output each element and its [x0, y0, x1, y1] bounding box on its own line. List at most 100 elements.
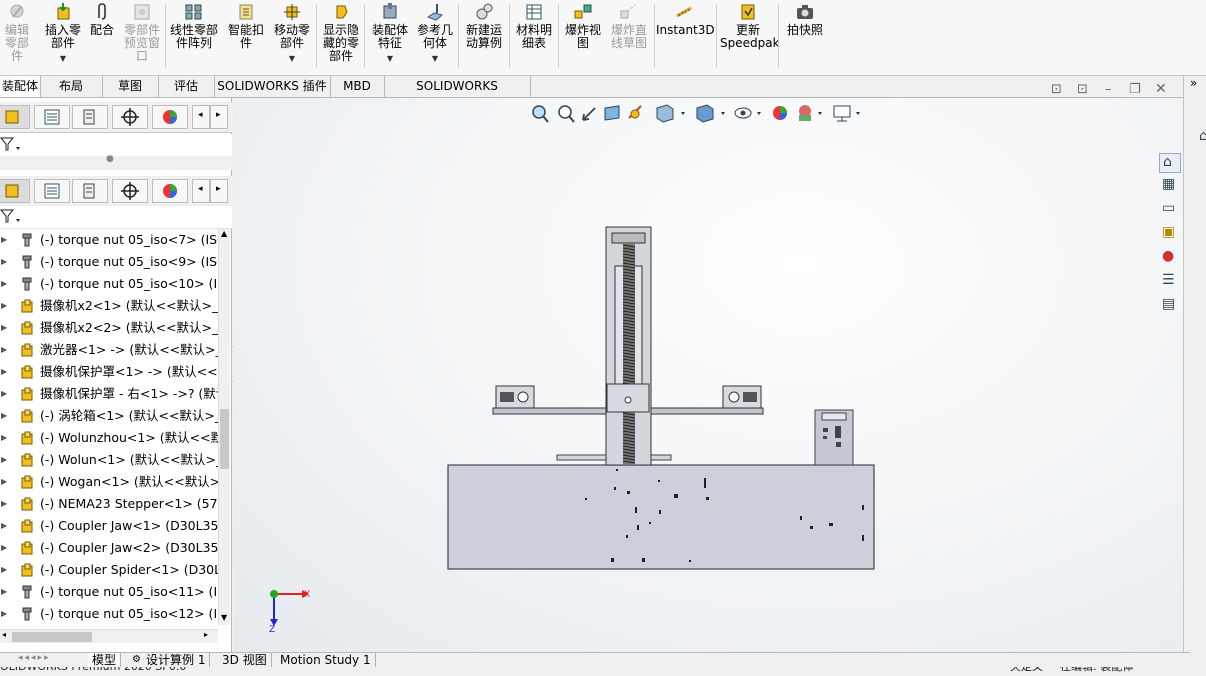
tree-item[interactable]: ▶ (-) Coupler Jaw<2> (D30L35-1	[0, 537, 218, 559]
expand-arrow-icon[interactable]: ▶	[1, 229, 7, 251]
exploded-view-button[interactable]: 爆炸视图	[562, 2, 604, 50]
chevron-down-icon[interactable]: ▼	[272, 52, 312, 65]
expand-arrow-icon[interactable]: ▶	[1, 603, 7, 625]
chevron-down-icon[interactable]: ▼	[368, 52, 412, 65]
take-snapshot-button[interactable]: 拍快照	[782, 2, 828, 37]
bill-of-materials-button[interactable]: 材料明细表	[512, 2, 556, 50]
tab-solidworks-addins[interactable]: SOLIDWORKS 插件	[214, 76, 331, 97]
tree-item[interactable]: ▶ (-) Coupler Jaw<1> (D30L35-6	[0, 515, 218, 537]
tree-item[interactable]: ▶ (-) torque nut 05_iso<10> (ISC	[0, 273, 218, 295]
view-palette-button[interactable]: ▣	[1159, 224, 1181, 244]
assembly-model-view[interactable]: X Z	[233, 98, 1183, 652]
tree-item[interactable]: ▶ (-) Wolun<1> (默认<<默认>_显	[0, 449, 218, 471]
tab-assembly[interactable]: 装配体	[0, 76, 41, 97]
custom-properties-button[interactable]: ☰	[1159, 272, 1181, 292]
tab-solidworks-inspection[interactable]: SOLIDWORKS Inspection	[384, 76, 531, 114]
forum-button[interactable]: ▤	[1159, 296, 1181, 316]
tab-sketch[interactable]: 草图	[102, 76, 159, 97]
instant3d-button[interactable]: Instant3D	[656, 2, 715, 37]
explode-line-sketch-button[interactable]: 爆炸直线草图	[608, 2, 650, 50]
tree-item[interactable]: ▶ 摄像机保护罩 - 右<1> ->? (默认	[0, 383, 218, 405]
filter-row-bottom[interactable]	[0, 206, 232, 229]
tab-3d-views[interactable]: 3D 视图	[218, 653, 272, 667]
tree-item[interactable]: ▶ (-) NEMA23 Stepper<1> (57B	[0, 493, 218, 515]
close-icon[interactable]: ✕	[1155, 81, 1167, 97]
restore-icon[interactable]: ❐	[1129, 82, 1141, 97]
expand-arrow-icon[interactable]: ▶	[1, 317, 7, 339]
scrollbar-thumb[interactable]	[220, 409, 229, 469]
update-speedpak-button[interactable]: 更新Speedpak	[720, 2, 780, 50]
expand-arrow-icon[interactable]: ▶	[1, 339, 7, 361]
expand-arrow-icon[interactable]: ▶	[1, 515, 7, 537]
tab-dimxpert[interactable]	[112, 105, 148, 129]
hscrollbar-thumb[interactable]	[12, 632, 92, 642]
smart-fasteners-button[interactable]: 智能扣件	[226, 2, 266, 50]
tree-item[interactable]: ▶ (-) torque nut 05_iso<11> (ISC	[0, 581, 218, 603]
tree-item[interactable]: ▶ (-) torque nut 05_iso<7> (ISO	[0, 229, 218, 251]
tab-design-study[interactable]: ⚙ 设计算例 1	[128, 653, 211, 667]
tree-item[interactable]: ▶ (-) Wogan<1> (默认<<默认>_显	[0, 471, 218, 493]
expand-arrow-icon[interactable]: ▶	[1, 273, 7, 295]
tree-item[interactable]: ▶ 摄像机x2<1> (默认<<默认>_显	[0, 295, 218, 317]
expand-taskpane-icon[interactable]: »	[1190, 76, 1197, 90]
edit-component-button[interactable]: 编辑零部件	[0, 2, 34, 63]
tab-configurationmanager-2[interactable]	[72, 179, 108, 203]
task-home-button[interactable]: ⌂	[1159, 153, 1181, 173]
expand-arrow-icon[interactable]: ▶	[1, 405, 7, 427]
prev-window-icon[interactable]: ⊡	[1051, 82, 1062, 97]
tab-dimxpert-2[interactable]	[112, 179, 148, 203]
file-explorer-button[interactable]: ▭	[1159, 200, 1181, 220]
expand-arrow-icon[interactable]: ▶	[1, 537, 7, 559]
component-preview-button[interactable]: 零部件预览窗口	[120, 2, 164, 63]
filter-row-top[interactable]	[0, 134, 232, 157]
tab-configurationmanager[interactable]	[72, 105, 108, 129]
assembly-features-button[interactable]: 装配体特征 ▼	[368, 2, 412, 65]
new-motion-study-button[interactable]: 新建运动算例	[462, 2, 506, 50]
tree-vertical-scrollbar[interactable]: ▲ ▼	[218, 229, 230, 625]
tree-item[interactable]: ▶ (-) 涡轮箱<1> (默认<<默认>_显	[0, 405, 218, 427]
expand-arrow-icon[interactable]: ▶	[1, 559, 7, 581]
tab-evaluate[interactable]: 评估	[158, 76, 215, 97]
tab-displaymanager-2[interactable]	[152, 179, 188, 203]
tree-item[interactable]: ▶ (-) torque nut 05_iso<9> (ISO	[0, 251, 218, 273]
tree-item[interactable]: ▶ 激光器<1> -> (默认<<默认>_显	[0, 339, 218, 361]
chevron-down-icon[interactable]: ▼	[414, 52, 456, 65]
expand-arrow-icon[interactable]: ▶	[1, 251, 7, 273]
minimize-icon[interactable]: –	[1105, 82, 1112, 97]
tree-item[interactable]: ▶ (-) Coupler Spider<1> (D30L3	[0, 559, 218, 581]
insert-component-button[interactable]: 插入零部件 ▼	[42, 2, 84, 65]
expand-arrow-icon[interactable]: ▶	[1, 427, 7, 449]
tab-propertymanager-2[interactable]	[34, 179, 70, 203]
design-library-button[interactable]: ▦	[1159, 176, 1181, 196]
next-window-icon[interactable]: ⊡	[1077, 82, 1088, 97]
show-hidden-button[interactable]: 显示隐藏的零部件	[320, 2, 362, 63]
tree-item[interactable]: ▶ (-) torque nut 05_iso<12> (ISC	[0, 603, 218, 625]
tab-displaymanager[interactable]	[152, 105, 188, 129]
linear-pattern-button[interactable]: 线性零部件阵列	[168, 2, 220, 50]
tab-featuremanager-2[interactable]	[0, 179, 30, 203]
tab-motion-study[interactable]: Motion Study 1	[276, 653, 376, 667]
tab-scroll-right[interactable]: ▸	[210, 105, 228, 129]
expand-arrow-icon[interactable]: ▶	[1, 449, 7, 471]
chevron-down-icon[interactable]: ▼	[42, 52, 84, 65]
tab-mbd[interactable]: MBD	[330, 76, 385, 97]
reference-geometry-button[interactable]: 参考几何体 ▼	[414, 2, 456, 65]
mate-button[interactable]: 配合	[88, 2, 116, 37]
tree-item[interactable]: ▶ 摄像机x2<2> (默认<<默认>_显	[0, 317, 218, 339]
expand-arrow-icon[interactable]: ▶	[1, 295, 7, 317]
expand-arrow-icon[interactable]: ▶	[1, 581, 7, 603]
tree-horizontal-scrollbar[interactable]: ◂ ▸	[0, 629, 218, 643]
expand-arrow-icon[interactable]: ▶	[1, 383, 7, 405]
tab-scroll-right-2[interactable]: ▸	[210, 179, 228, 203]
tree-item[interactable]: ▶ 摄像机保护罩<1> -> (默认<<默	[0, 361, 218, 383]
appearances-button[interactable]: ●	[1159, 248, 1181, 268]
tab-featuremanager[interactable]	[0, 105, 30, 129]
tab-scroll-left-2[interactable]: ◂	[192, 179, 210, 203]
expand-arrow-icon[interactable]: ▶	[1, 493, 7, 515]
expand-arrow-icon[interactable]: ▶	[1, 471, 7, 493]
graphics-area[interactable]: ⊡ ⊡ – ❐ ✕ X Z	[233, 81, 1183, 652]
tab-nav-arrows-icon[interactable]: ◂◂◂▸▸	[18, 653, 51, 663]
tab-layout[interactable]: 布局	[40, 76, 103, 97]
move-component-button[interactable]: 移动零部件 ▼	[272, 2, 312, 65]
tree-item[interactable]: ▶ (-) Wolunzhou<1> (默认<<默认	[0, 427, 218, 449]
